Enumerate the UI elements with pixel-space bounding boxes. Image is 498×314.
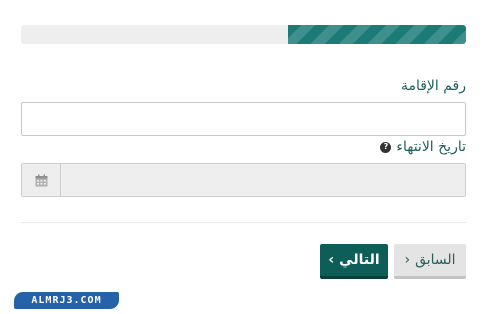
watermark-logo: ALMRJ3.COM [14, 292, 119, 309]
expiry-date-input[interactable] [61, 164, 465, 196]
previous-button[interactable]: السابق ‹ [394, 244, 466, 279]
next-label: التالي [339, 252, 380, 268]
calendar-icon[interactable] [22, 164, 61, 196]
progress-bar-fill [288, 25, 466, 44]
iqama-label: رقم الإقامة [400, 78, 466, 94]
next-button[interactable]: التالي › [320, 244, 388, 279]
form-divider [21, 222, 466, 223]
chevron-left-icon: ‹ [404, 252, 411, 268]
form-page: رقم الإقامة تاريخ الانتهاء ? السابق ‹ ال… [0, 0, 498, 314]
question-circle-icon[interactable]: ? [380, 141, 392, 153]
chevron-right-icon: › [328, 252, 335, 268]
iqama-number-input[interactable] [21, 102, 466, 136]
expiry-date-label-row: تاريخ الانتهاء ? [380, 139, 466, 155]
expiry-date-field [21, 163, 466, 197]
calendar-icon-svg [35, 174, 47, 186]
expiry-date-label: تاريخ الانتهاء [396, 139, 466, 155]
previous-label: السابق [415, 252, 456, 268]
progress-bar [21, 25, 466, 44]
